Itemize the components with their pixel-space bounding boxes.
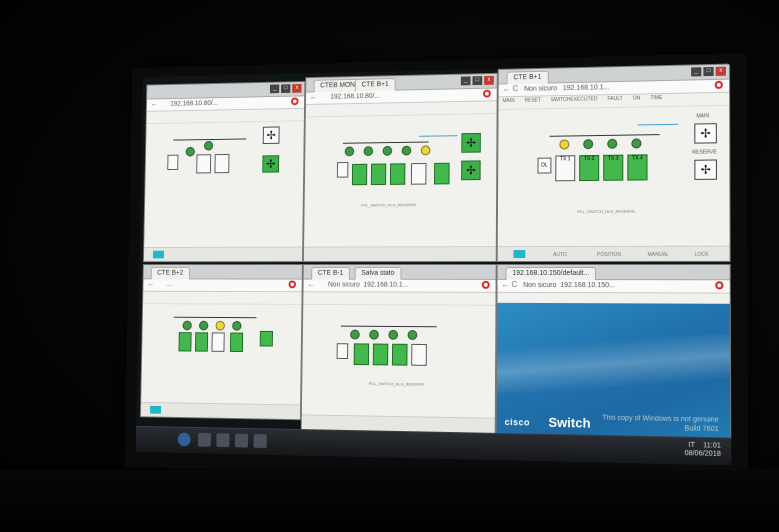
back-icon[interactable]: ← <box>307 280 315 289</box>
wind-turbine-icon: ✢ <box>461 160 481 181</box>
bottom-bar <box>140 401 301 420</box>
not-secure-label: Non sicuro <box>327 281 360 289</box>
opera-icon[interactable] <box>288 280 297 289</box>
url-value: 192.168.10.1... <box>562 84 610 93</box>
browser-window-bottom-left[interactable]: CTE B+2 ← ... <box>139 264 303 421</box>
browser-tab[interactable]: Salva stato <box>354 266 402 280</box>
url-text[interactable]: ... <box>167 280 265 289</box>
tx3-box: TX 3 <box>603 154 624 181</box>
dl-box: DL <box>537 157 552 174</box>
window-controls: _ □ x <box>691 66 726 77</box>
url-text[interactable]: Non sicuro 192.168.10.1... <box>524 82 688 94</box>
wind-turbine-icon: ✢ <box>262 126 280 144</box>
opera-icon[interactable] <box>483 89 491 98</box>
scada-diagram: ✢ ✢ PCL_SWITCH_DLG_RESERVE <box>304 111 497 248</box>
switch-title: Switch <box>548 414 591 431</box>
start-icon[interactable] <box>177 432 191 447</box>
windows-watermark: This copy of Windows is not genuine Buil… <box>602 414 719 435</box>
reserve-label: RESERVE <box>692 149 717 156</box>
tx1-box: TX 1 <box>555 155 576 182</box>
maximize-icon[interactable]: □ <box>281 84 291 94</box>
wind-turbine-icon: ✢ <box>461 132 481 153</box>
back-icon[interactable]: ← <box>310 92 318 101</box>
url-value: 192.168.10.150... <box>560 282 615 290</box>
explorer-icon[interactable] <box>197 432 212 447</box>
opera-icon[interactable] <box>481 280 490 289</box>
close-icon[interactable]: x <box>484 75 494 85</box>
cisco-logo: cisco <box>504 416 531 428</box>
url-text[interactable]: Non sicuro 192.168.10.150... <box>523 281 688 290</box>
maximize-icon[interactable]: □ <box>472 76 483 86</box>
address-bar[interactable]: ← Non sicuro 192.168.10.1... <box>303 279 496 293</box>
browser-window-bottom-mid[interactable]: CTE B-1 Salva stato ← Non sicuro 192.168… <box>300 264 497 434</box>
browser-tab[interactable]: CTE B+2 <box>150 266 190 280</box>
language-indicator[interactable]: IT <box>688 442 694 450</box>
diagram-caption: PCL_SWITCH_DLG_RESERVE <box>368 380 425 387</box>
bottom-position[interactable]: POSITION <box>597 252 621 258</box>
wind-turbine-icon: ✢ <box>694 159 717 180</box>
url-text[interactable]: 192.168.10.80/... <box>170 98 267 108</box>
scada-diagram: ✢ ✢ <box>144 118 304 248</box>
app-icon[interactable] <box>234 433 249 448</box>
app-icon[interactable] <box>253 434 267 448</box>
wind-turbine-icon: ✢ <box>262 155 280 173</box>
url-text[interactable]: Non sicuro 192.168.10.1... <box>328 281 457 290</box>
bottom-manual[interactable]: MANUAL <box>648 252 669 258</box>
app-icon[interactable] <box>216 433 230 448</box>
opera-icon[interactable] <box>291 97 299 106</box>
window-titlebar: 192.168.10.150/default... <box>497 264 730 281</box>
not-secure-label: Non sicuro <box>523 281 557 290</box>
clock-date[interactable]: 08/06/2018 <box>685 450 721 459</box>
window-controls: _ □ x <box>460 75 494 86</box>
desk-surface <box>0 470 779 532</box>
diagram-caption: PCL_SWITCH_DLG_RESERVE <box>577 208 635 214</box>
minimize-icon[interactable]: _ <box>691 67 702 77</box>
opera-icon[interactable] <box>714 80 723 89</box>
back-icon[interactable]: ← <box>147 279 154 288</box>
browser-tab[interactable]: CTE B-1 <box>311 266 350 280</box>
url-text[interactable]: 192.168.10.80/... <box>330 90 458 101</box>
bottom-auto[interactable]: AUTO <box>553 252 567 258</box>
wind-turbine-icon: ✢ <box>694 123 717 144</box>
main-label: MAIN <box>696 113 710 120</box>
window-controls: _ □ x <box>269 83 302 94</box>
scada-diagram: DL TX 1 TX 2 TX 3 TX 4 MAIN ✢ RESERVE ✢ … <box>498 103 730 247</box>
url-value: 192.168.10.1... <box>363 281 409 289</box>
browser-tab[interactable]: CTE B+1 <box>506 70 549 85</box>
address-bar[interactable]: ← C Non sicuro 192.168.10.150... <box>497 279 730 294</box>
close-icon[interactable]: x <box>715 66 726 76</box>
scada-diagram <box>141 301 301 405</box>
address-bar[interactable]: ← ... <box>143 279 302 293</box>
bottom-lock[interactable]: LOCK <box>695 252 709 258</box>
back-icon[interactable]: ← <box>150 99 157 108</box>
monitor-bezel: _ □ x ← 192.168.10.80/... ✢ ✢ CTEB MON C… <box>124 53 749 483</box>
bottom-bar <box>303 246 496 262</box>
opera-icon[interactable] <box>715 281 724 290</box>
browser-window-top-mid[interactable]: CTEB MON CTE B+1 _ □ x ← 192.168.10.80/.… <box>302 72 498 263</box>
browser-tab[interactable]: 192.168.10.150/default... <box>505 266 597 281</box>
browser-window-top-left[interactable]: _ □ x ← 192.168.10.80/... ✢ ✢ <box>142 81 306 263</box>
bottom-bar <box>143 246 303 262</box>
window-titlebar: CTE B+2 <box>143 265 302 280</box>
close-icon[interactable]: x <box>292 83 302 93</box>
browser-tab[interactable]: CTE B+1 <box>354 78 396 92</box>
back-icon[interactable]: ← C <box>503 84 519 93</box>
system-tray: IT 11:01 08/06/2018 <box>685 442 721 459</box>
browser-window-top-right[interactable]: CTE B+1 _ □ x ← C Non sicuro 192.168.10.… <box>496 63 731 263</box>
not-secure-label: Non sicuro <box>524 85 558 93</box>
bottom-bar: AUTO POSITION MANUAL LOCK <box>497 245 730 262</box>
window-titlebar: CTE B-1 Salva stato <box>303 265 496 280</box>
minimize-icon[interactable]: _ <box>460 76 471 86</box>
scada-diagram: PCL_SWITCH_DLG_RESERVE <box>302 302 496 419</box>
tx4-box: TX 4 <box>627 154 648 181</box>
tx2-box: TX 2 <box>579 154 600 182</box>
diagram-caption: PCL_SWITCH_DLG_RESERVE <box>361 202 417 208</box>
maximize-icon[interactable]: □ <box>703 66 714 77</box>
back-icon[interactable]: ← C <box>501 280 517 289</box>
photo-scene: _ □ x ← 192.168.10.80/... ✢ ✢ CTEB MON C… <box>0 0 779 532</box>
minimize-icon[interactable]: _ <box>269 84 280 94</box>
monitor-screen: _ □ x ← 192.168.10.80/... ✢ ✢ CTEB MON C… <box>135 63 732 466</box>
